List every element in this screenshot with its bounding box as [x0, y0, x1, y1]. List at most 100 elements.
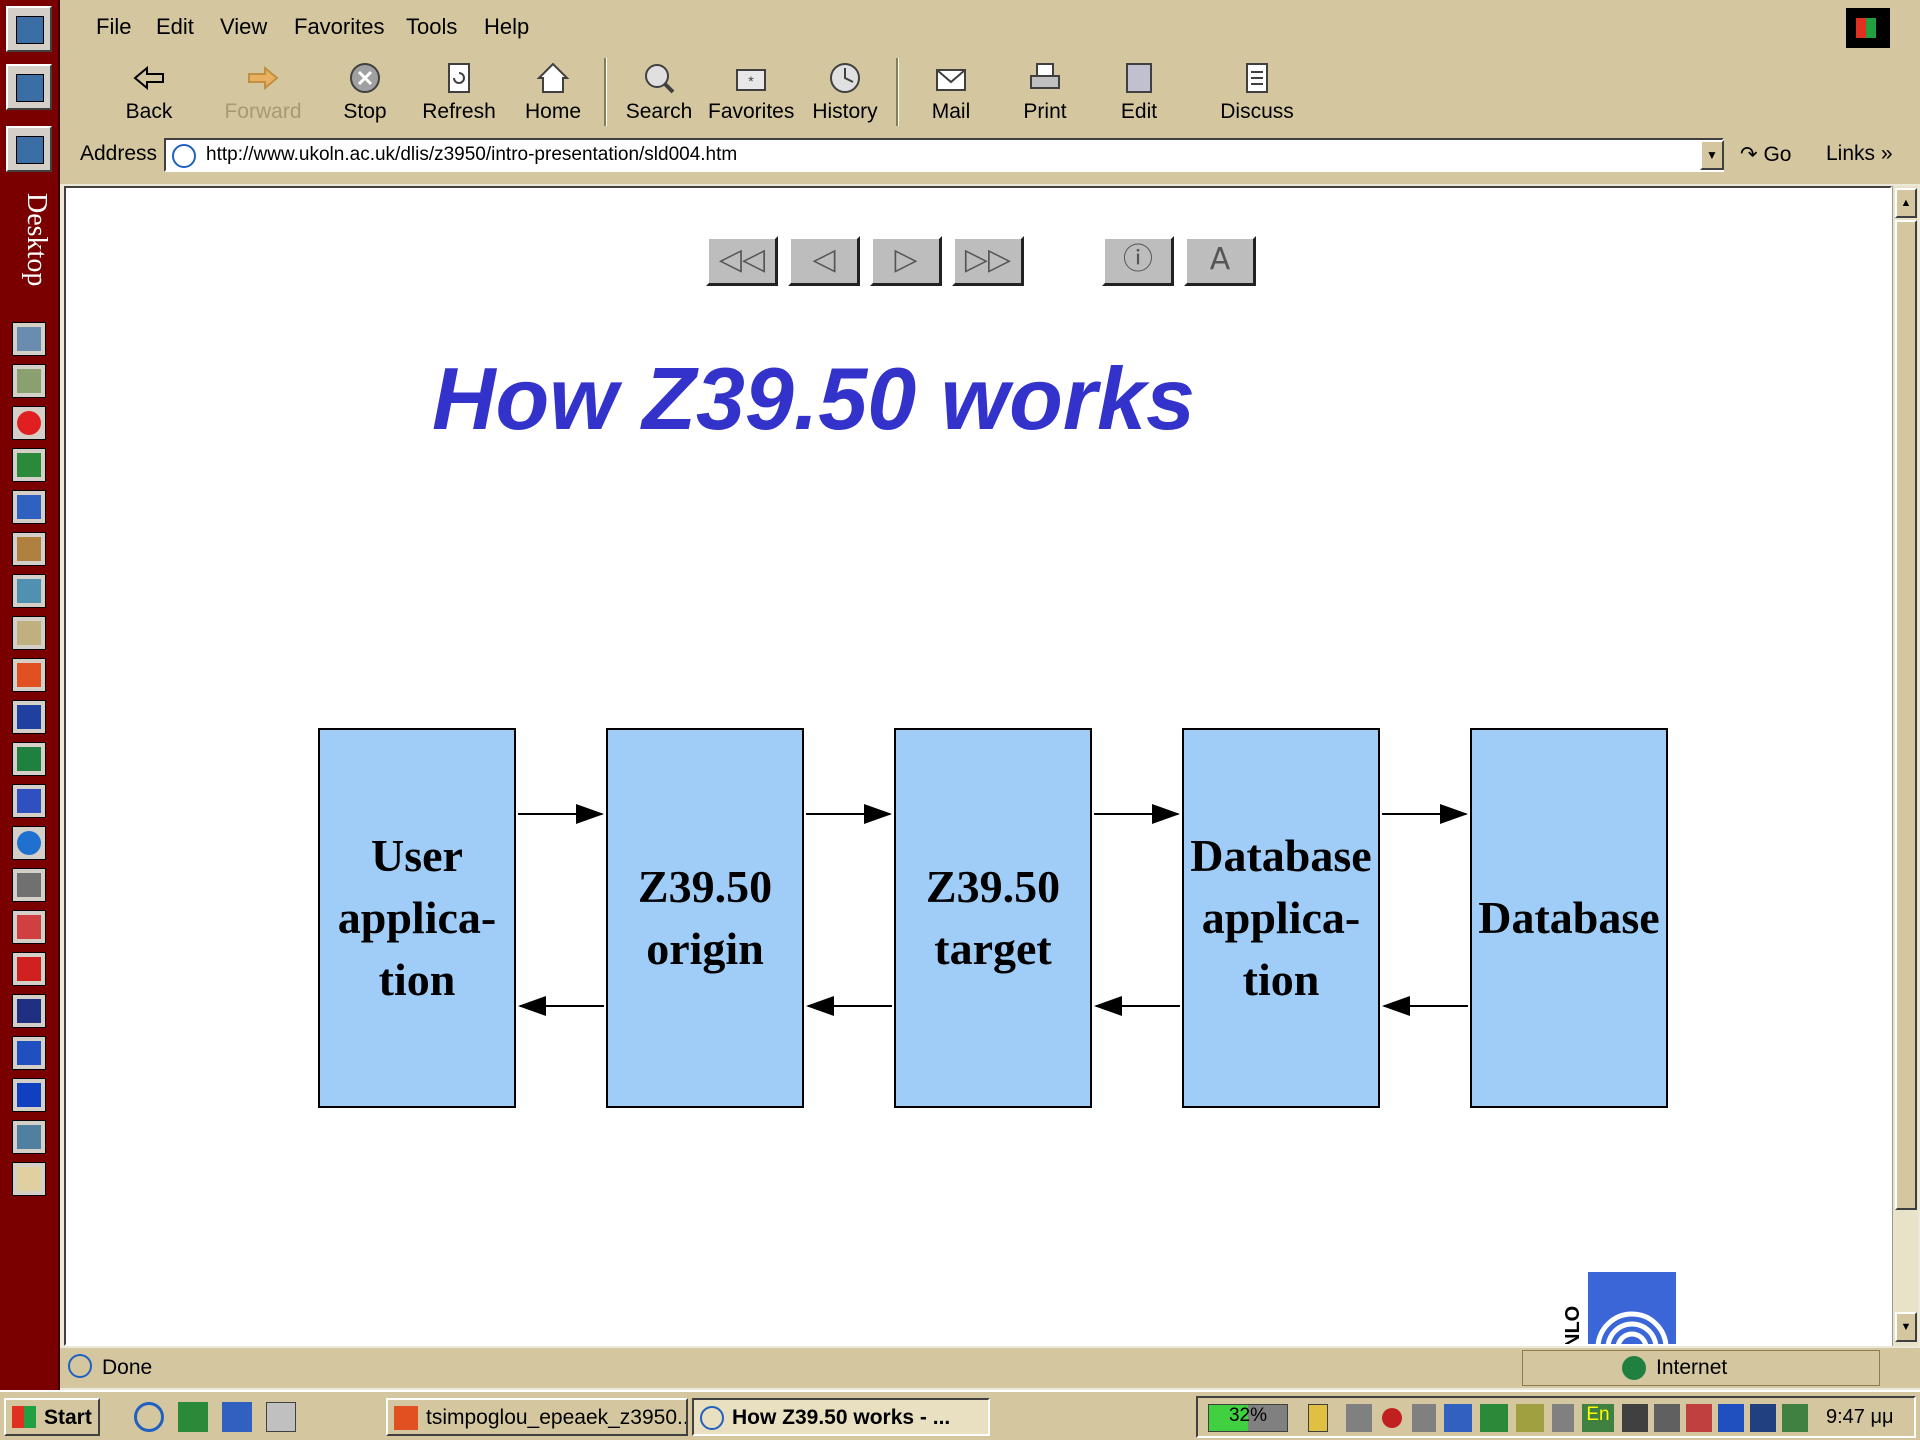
address-dropdown-arrow-icon[interactable]: ▼: [1700, 140, 1724, 170]
tray-display-icon[interactable]: [1750, 1404, 1776, 1432]
back-arrow-icon: [133, 65, 164, 91]
history-button[interactable]: History: [802, 60, 888, 132]
search-button[interactable]: Search: [616, 60, 702, 132]
go-arrow-icon: ↷: [1740, 143, 1758, 166]
ie-page-icon: [68, 1354, 92, 1378]
start-button[interactable]: Start: [4, 1398, 100, 1436]
tray-printer-icon[interactable]: [1622, 1404, 1648, 1432]
quicklaunch-desktop-icon[interactable]: [222, 1402, 252, 1432]
ie-page-icon: [700, 1406, 724, 1430]
menu-favorites[interactable]: Favorites: [294, 14, 384, 40]
mail-button[interactable]: Mail: [908, 60, 994, 132]
forward-button[interactable]: Forward: [220, 60, 306, 132]
task-browser-active[interactable]: How Z39.50 works - ...: [692, 1398, 990, 1436]
remote-icon[interactable]: [12, 1078, 46, 1112]
address-input[interactable]: http://www.ukoln.ac.uk/dlis/z3950/intro-…: [164, 138, 1724, 172]
monitor-icon[interactable]: [12, 868, 46, 902]
quicklaunch-notepad-icon[interactable]: [266, 1402, 296, 1432]
menu-file[interactable]: File: [96, 14, 131, 40]
system-tray: 32% En 9:47 μμ: [1196, 1396, 1916, 1438]
scroll-thumb[interactable]: [1895, 220, 1917, 1210]
word-icon[interactable]: [12, 700, 46, 734]
status-text: Done: [102, 1356, 153, 1379]
desktop-menu-button[interactable]: [6, 6, 52, 52]
tray-pen-icon[interactable]: [1654, 1404, 1680, 1432]
tray-app-icon[interactable]: [1346, 1404, 1372, 1432]
tray-network-icon[interactable]: [1444, 1404, 1472, 1432]
menu-help[interactable]: Help: [484, 14, 529, 40]
ie-page-icon: [172, 144, 196, 168]
tray-connection-icon[interactable]: [1782, 1404, 1808, 1432]
powerpoint-icon[interactable]: [12, 658, 46, 692]
find-icon[interactable]: [12, 1120, 46, 1154]
refresh-button[interactable]: Refresh: [416, 60, 502, 132]
flow-arrows: [518, 804, 1468, 1016]
scroll-down-arrow-icon[interactable]: ▼: [1895, 1312, 1917, 1342]
discuss-button[interactable]: Discuss: [1214, 60, 1300, 132]
acrobat-icon[interactable]: [12, 952, 46, 986]
menu-tools[interactable]: Tools: [406, 14, 457, 40]
folder-icon[interactable]: [12, 1162, 46, 1196]
ukoln-logo-text: NLO: [1562, 1305, 1584, 1346]
scroll-up-arrow-icon[interactable]: ▲: [1895, 188, 1917, 218]
favorites-button[interactable]: * Favorites: [708, 60, 794, 132]
language-indicator[interactable]: En: [1582, 1404, 1614, 1432]
start-label: Start: [44, 1406, 92, 1429]
battery-icon[interactable]: [1308, 1404, 1328, 1432]
battery-meter[interactable]: 32%: [1208, 1404, 1288, 1432]
tray-phone-icon[interactable]: [1718, 1404, 1744, 1432]
links-button[interactable]: Links »: [1826, 142, 1893, 166]
favorites-folder-icon: *: [736, 69, 766, 91]
outlook-icon[interactable]: [12, 448, 46, 482]
home-button[interactable]: Home: [510, 60, 596, 132]
network-icon[interactable]: [12, 574, 46, 608]
back-button[interactable]: Back: [106, 60, 192, 132]
quicklaunch-outlook-icon[interactable]: [178, 1402, 208, 1432]
tray-tool-icon[interactable]: [1516, 1404, 1544, 1432]
task-powerpoint[interactable]: tsimpoglou_epeaek_z3950...: [386, 1398, 688, 1436]
my-computer-icon[interactable]: [12, 322, 46, 356]
sync-icon[interactable]: [12, 490, 46, 524]
recycle-bin-icon[interactable]: [12, 364, 46, 398]
menu-bar: File Edit View Favorites Tools Help: [60, 8, 1920, 48]
phone-icon[interactable]: [12, 784, 46, 818]
briefcase-icon[interactable]: [12, 532, 46, 566]
ftp-icon[interactable]: [12, 1036, 46, 1070]
tray-status-icon[interactable]: [1382, 1408, 1402, 1428]
tray-check-icon[interactable]: [1686, 1404, 1712, 1432]
print-button[interactable]: Print: [1002, 60, 1088, 132]
book-icon[interactable]: [12, 616, 46, 650]
history-label: History: [812, 100, 878, 123]
search-label: Search: [625, 100, 693, 123]
print-label: Print: [1023, 100, 1067, 123]
chevron-right-icon: »: [1880, 142, 1893, 165]
edit-icon: [1126, 63, 1152, 93]
forward-arrow-icon: [248, 65, 279, 91]
go-button[interactable]: ↷ Go: [1740, 142, 1791, 167]
excel-icon[interactable]: [12, 742, 46, 776]
address-bar: Address http://www.ukoln.ac.uk/dlis/z395…: [60, 136, 1920, 176]
msn-icon[interactable]: [12, 406, 46, 440]
tray-monitor-icon[interactable]: [1480, 1404, 1508, 1432]
mask-icon[interactable]: [12, 910, 46, 944]
volume-icon[interactable]: [1552, 1404, 1574, 1432]
back-label: Back: [125, 100, 173, 123]
powerpoint-icon: [394, 1406, 418, 1430]
tray-device-icon[interactable]: [1412, 1404, 1436, 1432]
terminal-icon[interactable]: [12, 994, 46, 1028]
quicklaunch-ie-icon[interactable]: [134, 1402, 164, 1432]
printer-icon: [1030, 63, 1060, 89]
edit-button[interactable]: Edit: [1096, 60, 1182, 132]
menu-view[interactable]: View: [220, 14, 267, 40]
clock[interactable]: 9:47 μμ: [1826, 1406, 1894, 1429]
refresh-icon: [448, 63, 470, 93]
battery-percent: 32%: [1228, 1405, 1268, 1426]
security-zone: Internet: [1656, 1356, 1728, 1379]
notepad-button[interactable]: [6, 126, 52, 172]
vertical-scrollbar[interactable]: ▲ ▼: [1892, 186, 1918, 1346]
stop-button[interactable]: Stop: [322, 60, 408, 132]
windows-logo-icon: [1846, 8, 1890, 48]
window-button[interactable]: [6, 64, 52, 110]
menu-edit[interactable]: Edit: [156, 14, 194, 40]
internet-explorer-icon[interactable]: [12, 826, 46, 860]
